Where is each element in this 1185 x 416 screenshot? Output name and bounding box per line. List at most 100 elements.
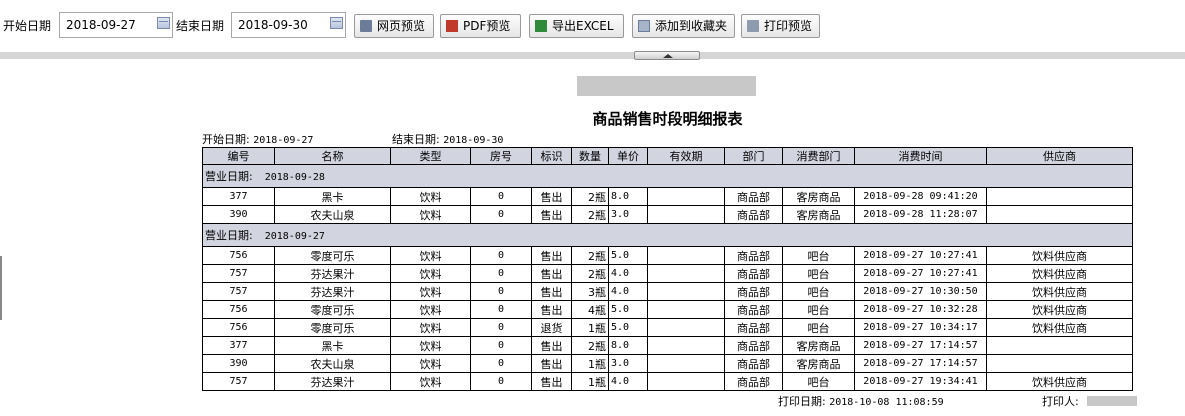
column-header: 房号 <box>470 147 532 165</box>
cell-type: 饮料 <box>390 372 471 391</box>
column-header: 编号 <box>202 147 275 165</box>
cell-id: 756 <box>202 246 275 265</box>
print-preview-button[interactable]: 打印预览 <box>741 14 820 38</box>
cell-dept: 商品部 <box>724 372 783 391</box>
pdf-preview-button[interactable]: PDF预览 <box>440 14 521 38</box>
pdf-icon <box>446 20 458 32</box>
cell-qty: 1瓶 <box>571 354 609 373</box>
cell-room: 0 <box>470 282 532 301</box>
web-preview-icon <box>360 20 372 32</box>
cell-time: 2018-09-27 10:27:41 <box>854 246 987 265</box>
cell-id: 756 <box>202 300 275 319</box>
cell-supplier: 饮料供应商 <box>986 300 1133 319</box>
redacted-printer <box>1087 396 1137 406</box>
group-row: 营业日期: 2018-09-28 <box>202 164 1133 188</box>
cell-id: 757 <box>202 372 275 391</box>
calendar-icon[interactable] <box>157 17 170 29</box>
table-row: 757 芬达果汁 饮料 0 售出 1瓶 4.0 商品部 吧台 2018-09-27 19:34:4… <box>202 372 1133 391</box>
cell-name: 零度可乐 <box>274 318 391 337</box>
column-header: 消费时间 <box>854 147 987 165</box>
cell-price: 4.0 <box>608 282 648 301</box>
column-header: 名称 <box>274 147 391 165</box>
cell-time: 2018-09-28 11:28:07 <box>854 205 987 224</box>
table-row: 377 黑卡 饮料 0 售出 2瓶 8.0 商品部 客房商品 2018-09-27 17:14:5… <box>202 336 1133 355</box>
cell-time: 2018-09-27 10:32:28 <box>854 300 987 319</box>
table-row: 757 芬达果汁 饮料 0 售出 2瓶 4.0 商品部 吧台 2018-09-27 10:27:4… <box>202 264 1133 283</box>
cell-price: 5.0 <box>608 318 648 337</box>
cell-type: 饮料 <box>390 282 471 301</box>
cell-cons-dept: 吧台 <box>782 318 855 337</box>
cell-price: 3.0 <box>608 354 648 373</box>
cell-flag: 售出 <box>531 205 572 224</box>
calendar-icon[interactable] <box>330 17 343 29</box>
cell-qty: 2瓶 <box>571 336 609 355</box>
excel-icon <box>535 20 547 32</box>
cell-dept: 商品部 <box>724 264 783 283</box>
table-row: 756 零度可乐 饮料 0 售出 4瓶 5.0 商品部 吧台 2018-09-27 10:32:2… <box>202 300 1133 319</box>
cell-cons-dept: 吧台 <box>782 264 855 283</box>
printer-icon <box>747 20 759 32</box>
cell-supplier: 饮料供应商 <box>986 318 1133 337</box>
cell-time: 2018-09-27 19:34:41 <box>854 372 987 391</box>
column-header: 单价 <box>608 147 648 165</box>
cell-id: 757 <box>202 282 275 301</box>
cell-price: 5.0 <box>608 300 648 319</box>
add-favorite-button[interactable]: 添加到收藏夹 <box>632 14 735 38</box>
export-excel-button[interactable]: 导出EXCEL <box>529 14 624 38</box>
cell-flag: 售出 <box>531 354 572 373</box>
cell-room: 0 <box>470 264 532 283</box>
cell-cons-dept: 客房商品 <box>782 187 855 206</box>
cell-price: 4.0 <box>608 264 648 283</box>
column-header: 有效期 <box>647 147 725 165</box>
cell-room: 0 <box>470 372 532 391</box>
cell-type: 饮料 <box>390 354 471 373</box>
cell-flag: 售出 <box>531 300 572 319</box>
cell-qty: 1瓶 <box>571 318 609 337</box>
start-date-input[interactable]: 2018-09-27 <box>59 12 173 38</box>
cell-supplier: 饮料供应商 <box>986 372 1133 391</box>
column-header: 类型 <box>390 147 471 165</box>
left-scroll-edge <box>0 256 2 320</box>
table-row: 756 零度可乐 饮料 0 售出 2瓶 5.0 商品部 吧台 2018-09-27 10:27:4… <box>202 246 1133 265</box>
table-row: 390 农夫山泉 饮料 0 售出 2瓶 3.0 商品部 客房商品 2018-09-28 11:28… <box>202 205 1133 224</box>
table-row: 377 黑卡 饮料 0 售出 2瓶 8.0 商品部 客房商品 2018-09-28 09:41:2… <box>202 187 1133 206</box>
cell-flag: 售出 <box>531 282 572 301</box>
cell-room: 0 <box>470 336 532 355</box>
cell-cons-dept: 客房商品 <box>782 336 855 355</box>
end-date-label: 结束日期 <box>176 19 225 33</box>
cell-flag: 退货 <box>531 318 572 337</box>
cell-id: 756 <box>202 318 275 337</box>
report-start-date: 开始日期: 2018-09-27 <box>202 133 314 146</box>
group-row: 营业日期: 2018-09-27 <box>202 223 1133 247</box>
column-header: 数量 <box>571 147 609 165</box>
cell-type: 饮料 <box>390 336 471 355</box>
cell-id: 757 <box>202 264 275 283</box>
cell-dept: 商品部 <box>724 282 783 301</box>
end-date-input[interactable]: 2018-09-30 <box>231 12 346 38</box>
cell-time: 2018-09-27 17:14:57 <box>854 354 987 373</box>
cell-id: 390 <box>202 354 275 373</box>
column-header: 供应商 <box>986 147 1133 165</box>
cell-name: 黑卡 <box>274 187 391 206</box>
cell-qty: 4瓶 <box>571 300 609 319</box>
collapse-toggle-icon[interactable] <box>634 51 700 60</box>
cell-cons-dept: 吧台 <box>782 282 855 301</box>
splitter-bar[interactable] <box>0 52 1185 59</box>
cell-dept: 商品部 <box>724 354 783 373</box>
cell-flag: 售出 <box>531 187 572 206</box>
cell-name: 零度可乐 <box>274 246 391 265</box>
cell-qty: 2瓶 <box>571 205 609 224</box>
cell-dept: 商品部 <box>724 300 783 319</box>
cell-expiry <box>647 354 725 373</box>
cell-qty: 2瓶 <box>571 187 609 206</box>
cell-price: 4.0 <box>608 372 648 391</box>
cell-supplier <box>986 354 1133 373</box>
cell-room: 0 <box>470 300 532 319</box>
business-date: 营业日期: 2018-09-27 <box>202 223 1133 247</box>
cell-cons-dept: 客房商品 <box>782 205 855 224</box>
cell-time: 2018-09-28 09:41:20 <box>854 187 987 206</box>
cell-flag: 售出 <box>531 246 572 265</box>
cell-room: 0 <box>470 318 532 337</box>
cell-time: 2018-09-27 10:30:50 <box>854 282 987 301</box>
web-preview-button[interactable]: 网页预览 <box>354 14 434 38</box>
